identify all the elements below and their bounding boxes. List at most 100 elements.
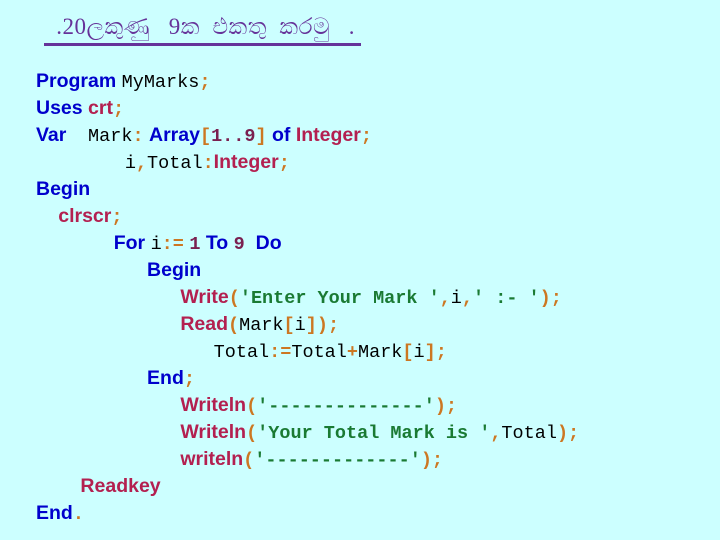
code-token-num: 1..9 bbox=[211, 126, 256, 147]
page-title: .20ලකුණු 9ක එකතු කරමු . bbox=[44, 14, 362, 47]
code-token-str: ' :- ' bbox=[473, 288, 540, 309]
code-line: Writeln('Your Total Mark is ',Total); bbox=[36, 419, 696, 446]
code-line: Uses crt; bbox=[36, 95, 696, 122]
code-line: Write('Enter Your Mark ',i,' :- '); bbox=[36, 284, 696, 311]
code-token-punc: ; bbox=[111, 207, 123, 228]
code-token-punc: ; bbox=[278, 153, 290, 174]
code-token-id: Total bbox=[213, 342, 270, 363]
code-token-str: '--------------' bbox=[257, 396, 435, 417]
code-token-proc: crt bbox=[88, 97, 113, 119]
code-token-sp bbox=[66, 124, 88, 146]
code-token-kw: Program bbox=[36, 70, 117, 92]
code-token-punc: ; bbox=[199, 72, 211, 93]
slide-canvas: .20ලකුණු 9ක එකතු කරමු . Program MyMarks;… bbox=[0, 0, 720, 540]
code-token-kw: Uses bbox=[36, 97, 83, 119]
code-token-proc: Read bbox=[180, 313, 229, 335]
code-token-punc: : bbox=[132, 126, 144, 147]
code-token-kw: End bbox=[147, 367, 184, 389]
code-token-punc: ) bbox=[420, 450, 432, 471]
code-token-punc: ] bbox=[424, 342, 436, 363]
code-token-proc: Write bbox=[180, 286, 229, 308]
code-token-punc: ; bbox=[445, 396, 458, 417]
code-token-punc: , bbox=[461, 288, 474, 309]
code-token-id: Mark bbox=[239, 315, 284, 336]
code-token-sp bbox=[245, 232, 256, 254]
code-line: i,Total:Integer; bbox=[36, 149, 696, 176]
code-token-kw: of bbox=[272, 124, 291, 146]
code-line: Begin bbox=[36, 176, 696, 203]
code-token-kw: For bbox=[113, 232, 146, 254]
code-line: Program MyMarks; bbox=[36, 68, 696, 95]
code-token-punc: := bbox=[161, 234, 184, 255]
code-line: End; bbox=[36, 365, 696, 392]
code-line: Readkey bbox=[36, 473, 696, 500]
code-token-str: 'Your Total Mark is ' bbox=[257, 423, 491, 444]
code-token-proc: Readkey bbox=[80, 475, 161, 497]
code-token-punc: ; bbox=[568, 423, 580, 444]
code-token-num: 9 bbox=[233, 234, 245, 255]
code-token-id: Total bbox=[147, 153, 203, 174]
code-token-punc: , bbox=[439, 288, 451, 309]
code-token-punc: , bbox=[490, 423, 502, 444]
code-token-punc: ; bbox=[327, 315, 340, 336]
title-container: .20ලකුණු 9ක එකතු කරමු . bbox=[44, 14, 664, 47]
code-token-kw: Array bbox=[149, 124, 200, 146]
code-token-punc: ; bbox=[435, 342, 447, 363]
code-token-punc: ( bbox=[228, 315, 240, 336]
code-token-punc: ) bbox=[539, 288, 551, 309]
code-token-punc: [ bbox=[199, 126, 212, 147]
code-token-id: MyMarks bbox=[121, 72, 200, 93]
code-block: Program MyMarks; Uses crt; Var Mark: Array… bbox=[36, 68, 696, 527]
code-line: End. bbox=[36, 500, 696, 527]
code-token-id: Mark bbox=[88, 126, 133, 147]
code-token-punc: ) bbox=[556, 423, 569, 444]
code-token-punc: ; bbox=[183, 369, 195, 390]
code-token-punc: ( bbox=[246, 396, 258, 417]
code-line: Read(Mark[i]); bbox=[36, 311, 696, 338]
code-token-kw: End bbox=[36, 502, 73, 524]
code-line: writeln('-------------'); bbox=[36, 446, 696, 473]
code-token-punc: ( bbox=[246, 423, 258, 444]
code-token-punc: ) bbox=[434, 396, 446, 417]
code-token-punc: ( bbox=[228, 288, 240, 309]
code-line: Var Mark: Array[1..9] of Integer; bbox=[36, 122, 696, 149]
code-token-punc: : bbox=[202, 153, 214, 174]
code-token-proc: Writeln bbox=[180, 394, 247, 416]
code-token-id: i bbox=[450, 288, 462, 309]
code-token-punc: ( bbox=[243, 450, 255, 471]
code-token-id: Total bbox=[291, 342, 347, 363]
code-token-num: 1 bbox=[189, 234, 201, 255]
code-token-punc: [ bbox=[283, 315, 295, 336]
code-token-punc: ; bbox=[431, 450, 444, 471]
code-token-str: 'Enter Your Mark ' bbox=[239, 288, 440, 309]
code-line: For i:= 1 To 9 Do bbox=[36, 230, 696, 257]
code-token-proc: clrscr bbox=[58, 205, 112, 227]
code-token-id: Total bbox=[501, 423, 557, 444]
code-token-id: i bbox=[150, 234, 162, 255]
code-token-kw: Begin bbox=[36, 178, 91, 200]
code-line: clrscr; bbox=[36, 203, 696, 230]
code-token-punc: ] bbox=[305, 315, 317, 336]
code-token-punc: ; bbox=[360, 126, 372, 147]
code-token-kw: Var bbox=[36, 124, 67, 146]
code-token-type: Integer bbox=[295, 124, 361, 146]
code-token-punc: ; bbox=[112, 99, 125, 120]
code-token-proc: Writeln bbox=[180, 421, 247, 443]
code-token-type: Integer bbox=[213, 151, 279, 173]
code-token-kw: To bbox=[205, 232, 229, 254]
code-token-punc: , bbox=[135, 153, 148, 174]
code-token-punc: := bbox=[269, 342, 292, 363]
code-token-punc: ; bbox=[550, 288, 562, 309]
code-line: Total:=Total+Mark[i]; bbox=[36, 338, 696, 365]
code-token-id: i bbox=[294, 315, 306, 336]
